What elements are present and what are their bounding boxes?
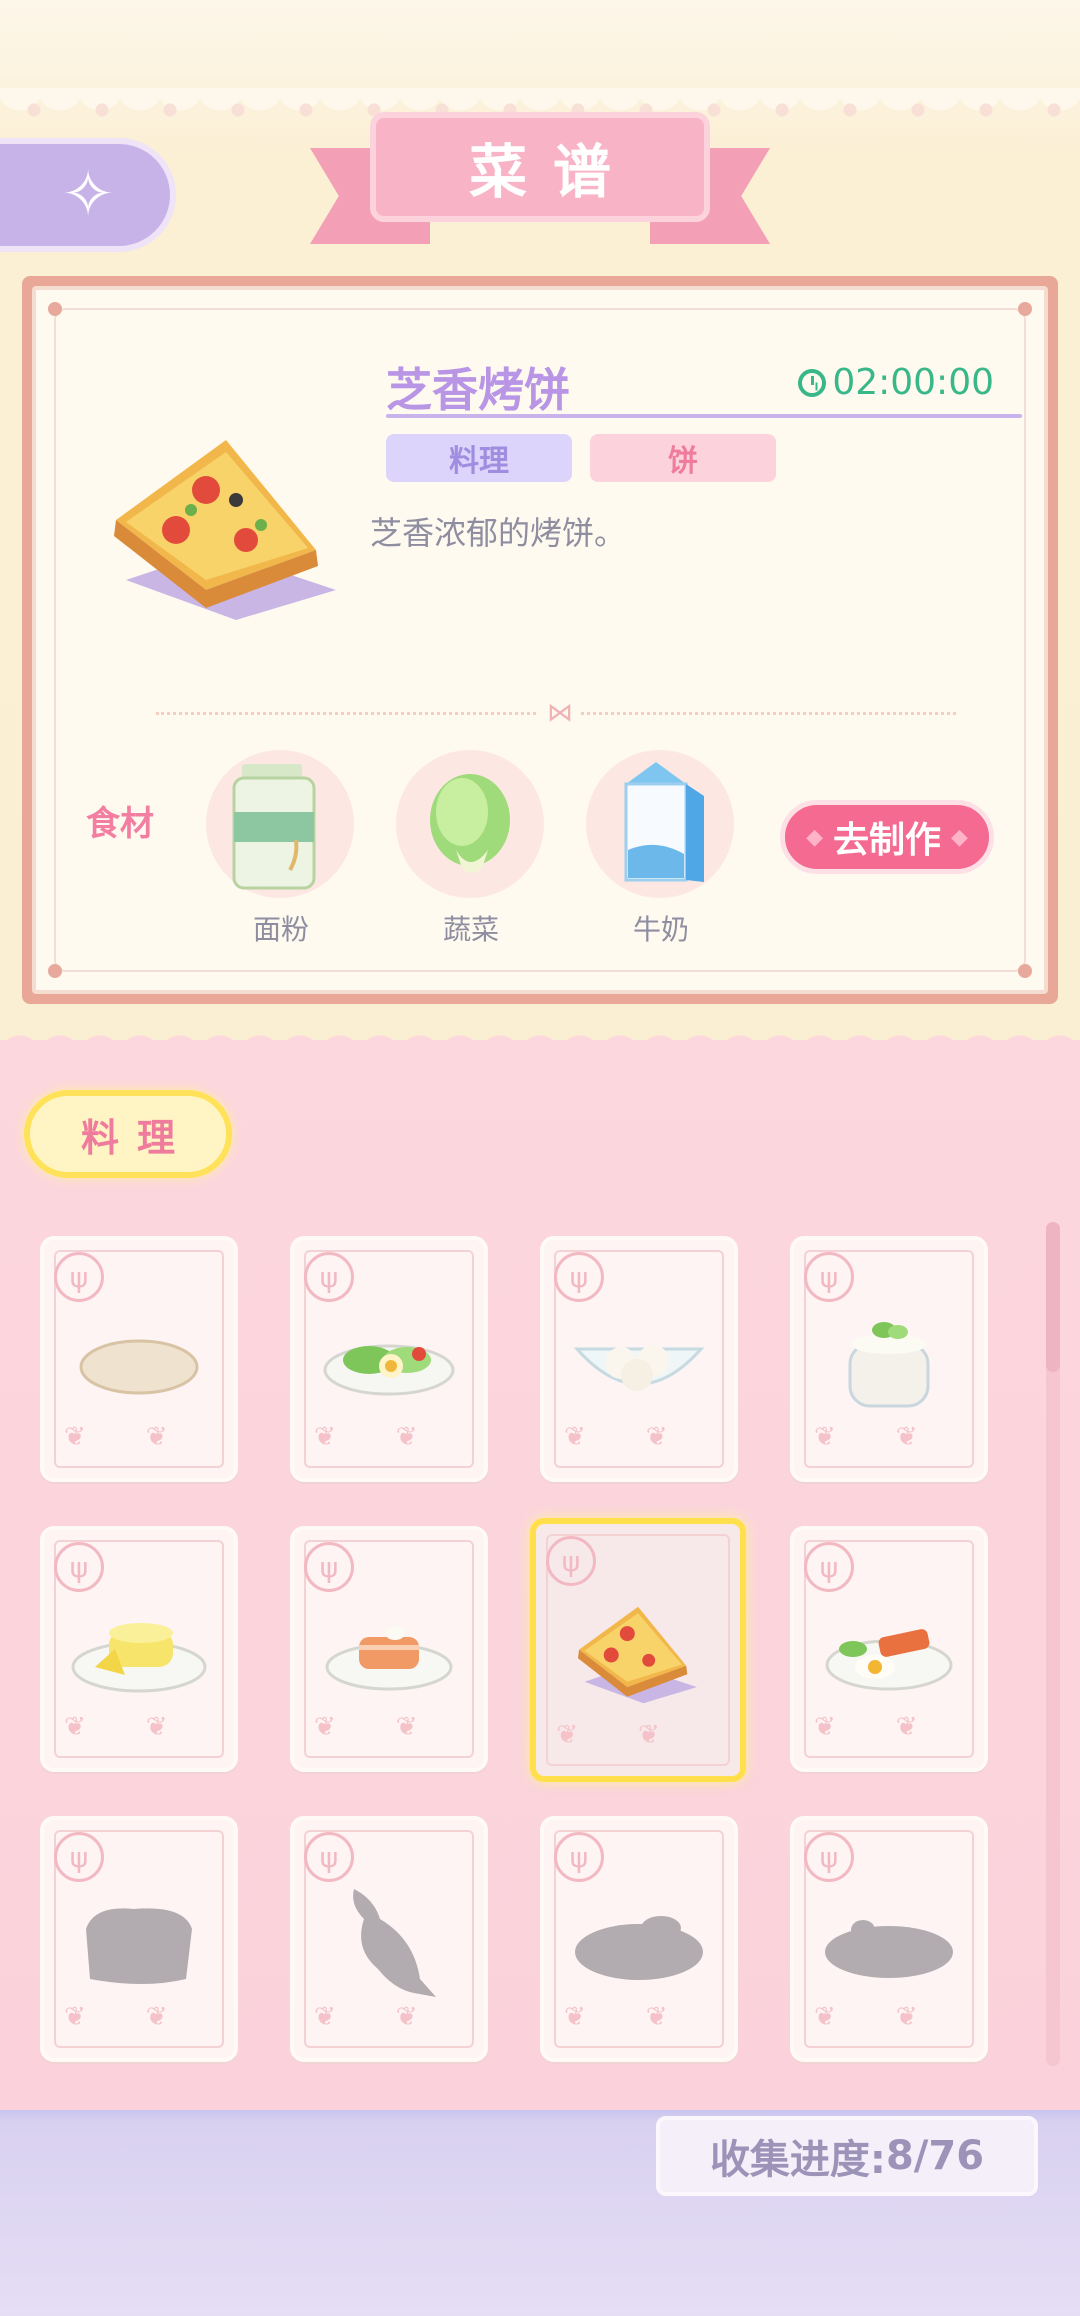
page-title: 菜谱 [468, 138, 637, 206]
ingredient-circle [206, 750, 354, 898]
type-tag: 饼 [590, 434, 776, 482]
pizza-slice-image [578, 1606, 697, 1704]
ingredient-circle [586, 750, 734, 898]
ingredient-flour[interactable]: 面粉 [206, 750, 356, 948]
tab-cuisine[interactable]: 料理 [24, 1090, 232, 1178]
fork-spoon-icon: ψ [304, 1252, 354, 1302]
recipe-detail-card: 芝香烤饼 02:00:00 料理 饼 芝香浓郁的烤饼。 ⋈ 食材 面粉 蔬菜 牛… [22, 276, 1058, 1004]
laurel-decoration: ❦❦ [556, 1720, 720, 1750]
recipe-card-locked[interactable]: ψ ❦❦ [290, 1816, 488, 2062]
recipe-card-egg-salad[interactable]: ψ ❦❦ [290, 1236, 488, 1482]
ingredients-label: 食材 [86, 804, 154, 844]
corner-dot [1018, 302, 1032, 316]
pizza-slice-image [114, 440, 336, 620]
diamond-icon: ◆ [951, 824, 968, 850]
fork-spoon-icon: ψ [804, 1252, 854, 1302]
recipe-card-flatbread[interactable]: ψ ❦❦ [40, 1236, 238, 1482]
collection-value: 8/76 [885, 2133, 985, 2179]
cook-timer: 02:00:00 [798, 362, 994, 403]
corner-dot [1018, 964, 1032, 978]
pink-scallop-border [0, 1026, 1080, 1056]
locked-dish-silhouette [575, 1915, 703, 1980]
butter-cake-image [71, 1622, 207, 1693]
fork-spoon-icon: ψ [804, 1542, 854, 1592]
clock-icon [798, 368, 827, 397]
laurel-decoration: ❦❦ [64, 1712, 228, 1742]
timer-value: 02:00:00 [832, 362, 994, 403]
fork-spoon-icon: ψ [304, 1832, 354, 1882]
fork-spoon-icon: ψ [546, 1536, 596, 1586]
fork-spoon-icon: ψ [554, 1252, 604, 1302]
collection-label: 收集进度: [709, 2137, 886, 2183]
recipe-list-scrollbar[interactable] [1046, 1222, 1060, 2066]
laurel-decoration: ❦❦ [814, 2002, 978, 2032]
locked-dish-silhouette [825, 1919, 953, 1978]
recipe-card-rice-balls[interactable]: ψ ❦❦ [540, 1236, 738, 1482]
fork-spoon-icon: ψ [304, 1542, 354, 1592]
laurel-decoration: ❦❦ [64, 1422, 228, 1452]
laurel-decoration: ❦❦ [64, 2002, 228, 2032]
ingredient-name: 面粉 [252, 913, 309, 946]
salmon-dish-image [325, 1625, 453, 1691]
ingredient-name: 牛奶 [632, 913, 689, 946]
recipe-card-locked[interactable]: ψ ❦❦ [40, 1816, 238, 2062]
make-button[interactable]: ◆ 去制作 ◆ [780, 800, 994, 874]
recipe-description: 芝香浓郁的烤饼。 [370, 514, 627, 552]
laurel-decoration: ❦❦ [314, 2002, 478, 2032]
fork-spoon-icon: ψ [804, 1832, 854, 1882]
laurel-decoration: ❦❦ [564, 2002, 728, 2032]
fork-spoon-icon: ψ [54, 1542, 104, 1592]
category-tag: 料理 [386, 434, 572, 482]
corner-dot [48, 964, 62, 978]
diamond-icon: ◆ [806, 824, 823, 850]
laurel-decoration: ❦❦ [814, 1712, 978, 1742]
recipe-card-salmon-dish[interactable]: ψ ❦❦ [290, 1526, 488, 1772]
flatbread-image [79, 1339, 199, 1395]
recipe-card-locked[interactable]: ψ ❦❦ [540, 1816, 738, 2062]
recipe-name: 芝香烤饼 [386, 363, 570, 417]
locked-dish-silhouette [86, 1908, 192, 1984]
title-ribbon: 菜谱 [310, 112, 770, 244]
recipe-card-butter-cake[interactable]: ψ ❦❦ [40, 1526, 238, 1772]
milk-carton-icon [624, 762, 704, 882]
corner-dot [48, 302, 62, 316]
ribbon-banner: 菜谱 [370, 112, 710, 222]
recipe-card-breakfast-plate[interactable]: ψ ❦❦ [790, 1526, 988, 1772]
locked-fish-silhouette [353, 1888, 436, 1997]
yogurt-image [848, 1321, 930, 1408]
laurel-decoration: ❦❦ [314, 1712, 478, 1742]
ingredient-vegetable[interactable]: 蔬菜 [396, 750, 546, 948]
recipe-card-locked[interactable]: ψ ❦❦ [790, 1816, 988, 2062]
make-button-label: 去制作 [832, 820, 941, 861]
fork-spoon-icon: ψ [554, 1832, 604, 1882]
scrollbar-thumb[interactable] [1046, 1222, 1060, 1372]
fork-spoon-icon: ψ [54, 1832, 104, 1882]
breakfast-plate-image [825, 1628, 953, 1691]
ingredient-milk[interactable]: 牛奶 [586, 750, 736, 948]
back-button[interactable]: ✧ [0, 138, 176, 252]
rice-balls-image [573, 1344, 705, 1391]
recipe-card-pizza-slice[interactable]: ψ ❦❦ [530, 1518, 746, 1782]
bow-icon: ⋈ [539, 698, 581, 728]
recipe-card-yogurt[interactable]: ψ ❦❦ [790, 1236, 988, 1482]
fork-spoon-icon: ψ [54, 1252, 104, 1302]
back-arrow-icon: ✧ [61, 158, 115, 232]
title-underline [386, 414, 1022, 418]
laurel-decoration: ❦❦ [564, 1422, 728, 1452]
ingredient-name: 蔬菜 [442, 913, 499, 946]
flour-bag-icon [232, 764, 316, 890]
laurel-decoration: ❦❦ [314, 1422, 478, 1452]
laurel-decoration: ❦❦ [814, 1422, 978, 1452]
cabbage-icon [430, 774, 510, 873]
tab-label: 料理 [80, 1115, 193, 1160]
recipe-detail-inner: 芝香烤饼 02:00:00 料理 饼 芝香浓郁的烤饼。 ⋈ 食材 面粉 蔬菜 牛… [32, 286, 1048, 994]
ingredient-circle [396, 750, 544, 898]
egg-salad-image [323, 1344, 455, 1396]
collection-progress: 收集进度: 8/76 [656, 2116, 1038, 2196]
